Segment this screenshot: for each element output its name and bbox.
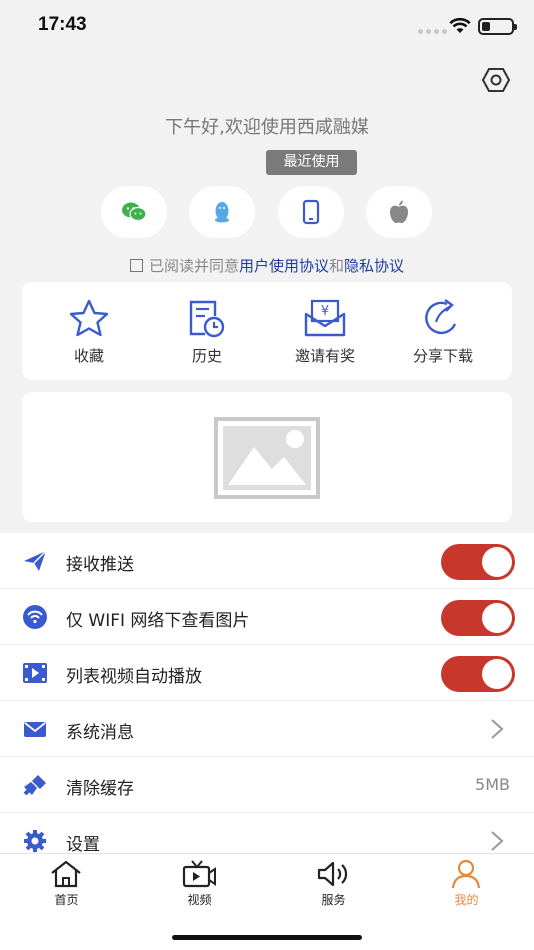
cellular-signal-icon [418, 29, 447, 34]
tab-service-label: 服务 [321, 893, 346, 907]
tab-mine-label: 我的 [454, 893, 479, 907]
login-options [0, 186, 534, 238]
video-icon [23, 663, 47, 683]
quick-actions-card: 收藏 历史 ¥ 邀请有奖 分享下载 [22, 282, 512, 380]
qq-icon [215, 202, 229, 223]
history-button[interactable]: 历史 [146, 282, 268, 380]
tv-icon [182, 860, 216, 888]
clear-cache-label: 清除缓存 [66, 779, 134, 799]
agreement-and: 和 [329, 257, 345, 275]
clear-cache-row[interactable]: 清除缓存 5MB [0, 757, 534, 813]
gear-icon [24, 830, 46, 852]
share-button[interactable]: 分享下载 [382, 282, 504, 380]
cache-size-value: 5MB [475, 775, 510, 794]
phone-login-button[interactable] [278, 186, 344, 238]
settings-label: 设置 [66, 835, 100, 853]
favorites-label: 收藏 [73, 347, 104, 365]
invite-button[interactable]: ¥ 邀请有奖 [264, 282, 386, 380]
autoplay-label: 列表视频自动播放 [66, 667, 202, 687]
wifi-icon [23, 605, 47, 629]
status-bar: 17:43 [0, 0, 534, 54]
wifi-images-label: 仅 WIFI 网络下查看图片 [66, 611, 250, 631]
wifi-status-icon [449, 18, 471, 33]
home-indicator [172, 935, 362, 940]
apple-icon [390, 200, 408, 224]
settings-row[interactable]: 设置 [0, 813, 534, 853]
banner-card[interactable] [22, 392, 512, 522]
wifi-images-row[interactable]: 仅 WIFI 网络下查看图片 [0, 589, 534, 645]
system-messages-row[interactable]: 系统消息 [0, 701, 534, 757]
tab-video[interactable]: 视频 [133, 854, 266, 914]
autoplay-row[interactable]: 列表视频自动播放 [0, 645, 534, 701]
greeting-text: 下午好,欢迎使用西咸融媒 [165, 117, 369, 138]
wechat-login-button[interactable] [101, 186, 167, 238]
tab-mine[interactable]: 我的 [400, 854, 533, 914]
star-icon [69, 299, 109, 337]
push-setting-row[interactable]: 接收推送 [0, 533, 534, 589]
svg-text:¥: ¥ [321, 304, 329, 319]
invite-reward-icon: ¥ [304, 299, 346, 337]
wechat-icon [122, 202, 147, 222]
broom-icon [23, 775, 46, 796]
tab-home-label: 首页 [54, 893, 79, 907]
tab-home[interactable]: 首页 [0, 854, 133, 914]
history-label: 历史 [191, 347, 222, 365]
home-icon [51, 860, 81, 888]
wifi-images-toggle[interactable] [441, 600, 515, 636]
system-messages-label: 系统消息 [66, 723, 134, 743]
mail-icon [24, 722, 46, 737]
battery-icon [478, 18, 517, 35]
invite-label: 邀请有奖 [294, 347, 355, 365]
chevron-right-icon [491, 831, 504, 851]
share-icon [425, 299, 457, 335]
agreement-prefix: 已阅读并同意 [148, 257, 239, 275]
share-label: 分享下载 [412, 347, 473, 365]
phone-icon [302, 199, 320, 225]
user-agreement-link[interactable]: 用户使用协议 [239, 257, 329, 275]
speaker-icon [317, 861, 348, 887]
qq-login-button[interactable] [189, 186, 255, 238]
send-icon [24, 550, 47, 571]
recent-used-badge: 最近使用 [266, 150, 357, 175]
history-icon [189, 300, 225, 338]
apple-login-button[interactable] [366, 186, 432, 238]
status-time: 17:43 [38, 14, 87, 35]
settings-list: 接收推送 仅 WIFI 网络下查看图片 列表视频自动播放 系统消息 清除缓存 5… [0, 533, 534, 853]
privacy-link[interactable]: 隐私协议 [344, 257, 404, 275]
person-icon [451, 859, 481, 889]
image-placeholder-icon [214, 417, 320, 499]
tab-video-label: 视频 [187, 893, 212, 907]
tab-service[interactable]: 服务 [267, 854, 400, 914]
favorites-button[interactable]: 收藏 [28, 282, 150, 380]
agreement-line: 已阅读并同意用户使用协议和隐私协议 [0, 255, 534, 276]
settings-hex-icon[interactable] [482, 66, 510, 94]
push-setting-label: 接收推送 [66, 555, 134, 575]
push-toggle[interactable] [441, 544, 515, 580]
chevron-right-icon [491, 719, 504, 739]
autoplay-toggle[interactable] [441, 656, 515, 692]
agree-checkbox[interactable] [129, 259, 143, 272]
